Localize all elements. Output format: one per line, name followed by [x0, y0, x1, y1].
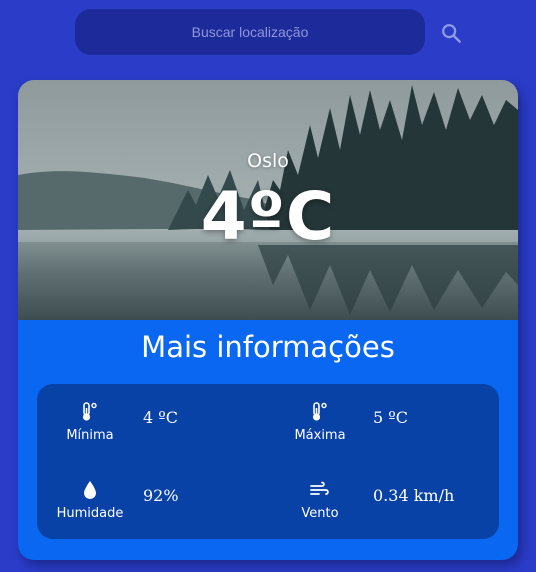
search-button[interactable]: [436, 18, 466, 48]
search-icon: [442, 24, 461, 43]
current-temperature: 4ºC: [200, 178, 336, 255]
max-value: 5 ºC: [373, 408, 409, 427]
min-label: Mínima: [66, 428, 114, 443]
weather-card: Oslo 4ºC Mais informações Mínima 4 ºC Má…: [18, 80, 518, 560]
droplet-icon: [84, 481, 96, 499]
info-panel: Mínima 4 ºC Máxima 5 ºC Humidade 92% Ven…: [37, 384, 499, 539]
info-humidity: Humidade 92%: [55, 480, 255, 540]
thermometer-icon: [82, 402, 97, 421]
thermometer-icon: [312, 402, 327, 421]
humidity-label: Humidade: [56, 506, 124, 521]
city-name: Oslo: [247, 150, 289, 172]
search-bar: [75, 8, 425, 56]
info-wind: Vento 0.34 km/h: [285, 480, 485, 540]
more-info-title: Mais informações: [141, 330, 395, 364]
wind-label: Vento: [301, 506, 339, 521]
search-input[interactable]: [75, 8, 425, 56]
wind-icon: [310, 481, 329, 495]
max-label: Máxima: [294, 428, 346, 443]
info-min: Mínima 4 ºC: [55, 402, 255, 462]
wind-value: 0.34 km/h: [373, 486, 455, 505]
min-value: 4 ºC: [143, 408, 179, 427]
info-max: Máxima 5 ºC: [285, 402, 485, 462]
humidity-value: 92%: [143, 486, 179, 505]
weather-hero: Oslo 4ºC: [18, 80, 518, 320]
